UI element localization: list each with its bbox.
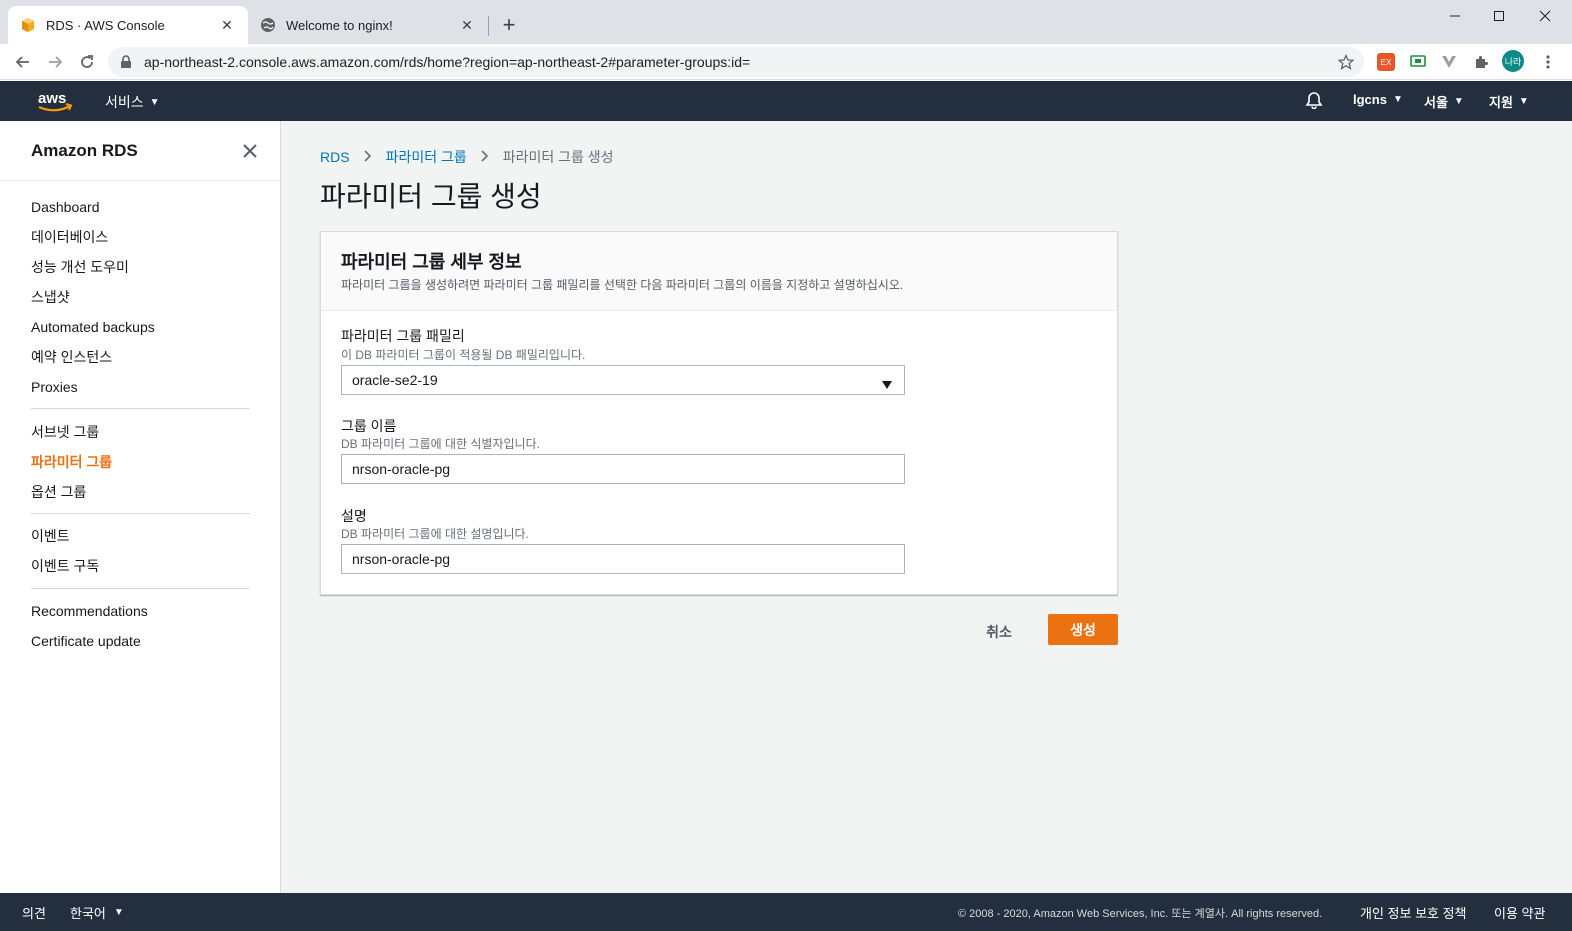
cancel-button[interactable]: 취소 xyxy=(975,617,1023,647)
aws-logo[interactable]: aws xyxy=(37,87,73,115)
extension-screen-icon[interactable] xyxy=(1409,53,1427,71)
support-label: 지원 xyxy=(1489,95,1513,110)
divider xyxy=(31,588,250,589)
feedback-link[interactable]: 의견 xyxy=(22,903,46,922)
main-content: RDS 파라미터 그룹 파라미터 그룹 생성 파라미터 그룹 생성 파라미터 그… xyxy=(281,121,1572,893)
extension-ex-icon[interactable]: EX xyxy=(1377,53,1395,71)
browser-menu-icon[interactable] xyxy=(1535,49,1561,75)
family-hint: 이 DB 파라미터 그룹이 적용될 DB 패밀리입니다. xyxy=(341,348,586,362)
panel-description: 파라미터 그룹을 생성하려면 파라미터 그룹 패밀리를 선택한 다음 파라미터 … xyxy=(341,278,904,292)
privacy-policy-link[interactable]: 개인 정보 보호 정책 xyxy=(1360,903,1467,922)
tab-title: RDS · AWS Console xyxy=(46,17,165,33)
caret-down-icon: ▼ xyxy=(113,907,124,918)
extension-v-icon[interactable] xyxy=(1440,53,1458,71)
description-input[interactable] xyxy=(341,544,905,574)
chevron-right-icon xyxy=(481,149,489,165)
aws-cube-icon xyxy=(20,17,36,33)
globe-icon xyxy=(260,17,276,33)
parameter-group-details-panel: 파라미터 그룹 세부 정보 파라미터 그룹을 생성하려면 파라미터 그룹 패밀리… xyxy=(320,231,1118,595)
close-tab-icon[interactable]: ✕ xyxy=(218,16,236,34)
account-menu[interactable]: lgcns ▼ xyxy=(1353,92,1403,107)
divider xyxy=(0,180,280,181)
sidebar-item-parameter-groups[interactable]: 파라미터 그룹 xyxy=(31,452,112,472)
caret-down-icon: ▼ xyxy=(1453,96,1464,107)
services-menu[interactable]: 서비스 ▼ xyxy=(105,92,160,112)
divider xyxy=(31,513,250,514)
breadcrumb: RDS 파라미터 그룹 파라미터 그룹 생성 xyxy=(320,147,614,167)
rds-sidebar: Amazon RDS Dashboard 데이터베이스 성능 개선 도우미 스냅… xyxy=(0,121,281,893)
profile-avatar[interactable]: 나라 xyxy=(1502,50,1524,72)
language-label: 한국어 xyxy=(70,906,106,921)
sidebar-title: Amazon RDS xyxy=(31,141,138,160)
copyright-text: © 2008 - 2020, Amazon Web Services, Inc.… xyxy=(958,908,1323,920)
sidebar-item-automated-backups[interactable]: Automated backups xyxy=(31,319,155,335)
sidebar-item-proxies[interactable]: Proxies xyxy=(31,379,78,395)
caret-down-icon xyxy=(882,376,892,389)
aws-top-navigation: aws 서비스 ▼ lgcns ▼ 서울 ▼ 지원 ▼ xyxy=(0,81,1572,121)
browser-tab-rds[interactable]: RDS · AWS Console ✕ xyxy=(8,6,248,44)
sidebar-item-certificate-update[interactable]: Certificate update xyxy=(31,633,141,649)
extensions-puzzle-icon[interactable] xyxy=(1472,53,1490,71)
sidebar-item-option-groups[interactable]: 옵션 그룹 xyxy=(31,482,86,502)
sidebar-item-performance-insights[interactable]: 성능 개선 도우미 xyxy=(31,257,129,277)
terms-link[interactable]: 이용 약관 xyxy=(1494,903,1545,922)
lock-icon[interactable] xyxy=(118,54,134,70)
window-close-icon[interactable] xyxy=(1522,0,1568,32)
account-label: lgcns xyxy=(1353,92,1387,107)
group-name-input[interactable] xyxy=(341,454,905,484)
forward-arrow-icon[interactable] xyxy=(42,49,68,75)
group-name-hint: DB 파라미터 그룹에 대한 식별자입니다. xyxy=(341,437,540,451)
close-tab-icon[interactable]: ✕ xyxy=(458,16,476,34)
caret-down-icon: ▼ xyxy=(149,96,160,108)
description-hint: DB 파라미터 그룹에 대한 설명입니다. xyxy=(341,527,529,541)
close-icon[interactable] xyxy=(240,141,260,161)
chevron-right-icon xyxy=(363,149,372,165)
url-text: ap-northeast-2.console.aws.amazon.com/rd… xyxy=(144,54,751,70)
family-label: 파라미터 그룹 패밀리 xyxy=(341,328,465,344)
back-arrow-icon[interactable] xyxy=(10,49,36,75)
tab-title: Welcome to nginx! xyxy=(286,17,393,33)
bookmark-star-icon[interactable] xyxy=(1337,53,1355,70)
family-select[interactable]: oracle-se2-19 xyxy=(341,365,905,395)
address-bar[interactable]: ap-northeast-2.console.aws.amazon.com/rd… xyxy=(108,47,1364,77)
panel-title: 파라미터 그룹 세부 정보 xyxy=(341,252,522,272)
tab-separator xyxy=(488,16,489,36)
sidebar-item-recommendations[interactable]: Recommendations xyxy=(31,603,148,619)
family-select-value: oracle-se2-19 xyxy=(352,372,438,388)
caret-down-icon: ▼ xyxy=(1518,96,1529,107)
minimize-icon[interactable] xyxy=(1432,0,1478,32)
panel-header: 파라미터 그룹 세부 정보 파라미터 그룹을 생성하려면 파라미터 그룹 패밀리… xyxy=(321,232,1117,311)
support-menu[interactable]: 지원 ▼ xyxy=(1489,92,1529,111)
group-name-label: 그룹 이름 xyxy=(341,418,397,434)
region-label: 서울 xyxy=(1424,95,1448,110)
notifications-bell-icon[interactable] xyxy=(1305,91,1323,109)
profile-avatar-label: 나라 xyxy=(1504,56,1522,67)
sidebar-item-dashboard[interactable]: Dashboard xyxy=(31,199,100,215)
page-title: 파라미터 그룹 생성 xyxy=(320,181,542,212)
sidebar-item-reserved-instances[interactable]: 예약 인스턴스 xyxy=(31,347,112,367)
breadcrumb-rds-link[interactable]: RDS xyxy=(320,149,350,165)
divider xyxy=(31,408,250,409)
sidebar-item-databases[interactable]: 데이터베이스 xyxy=(31,227,108,247)
description-label: 설명 xyxy=(341,508,367,524)
sidebar-item-snapshots[interactable]: 스냅샷 xyxy=(31,287,70,307)
breadcrumb-current: 파라미터 그룹 생성 xyxy=(502,149,614,165)
sidebar-item-events[interactable]: 이벤트 xyxy=(31,526,70,546)
language-selector[interactable]: 한국어 ▼ xyxy=(70,903,124,922)
sidebar-item-event-subscriptions[interactable]: 이벤트 구독 xyxy=(31,556,99,576)
browser-tab-nginx[interactable]: Welcome to nginx! ✕ xyxy=(248,6,488,44)
caret-down-icon: ▼ xyxy=(1392,94,1403,105)
new-tab-button[interactable]: + xyxy=(498,14,520,36)
create-button[interactable]: 생성 xyxy=(1048,614,1118,645)
reload-icon[interactable] xyxy=(74,49,100,75)
svg-text:aws: aws xyxy=(38,90,66,107)
maximize-icon[interactable] xyxy=(1476,0,1522,32)
browser-tab-bar: RDS · AWS Console ✕ Welcome to nginx! ✕ … xyxy=(0,0,1572,44)
console-footer: 의견 한국어 ▼ © 2008 - 2020, Amazon Web Servi… xyxy=(0,893,1572,931)
browser-toolbar: ap-northeast-2.console.aws.amazon.com/rd… xyxy=(0,44,1572,80)
sidebar-item-subnet-groups[interactable]: 서브넷 그룹 xyxy=(31,422,99,442)
breadcrumb-parameter-groups-link[interactable]: 파라미터 그룹 xyxy=(386,147,467,167)
region-menu[interactable]: 서울 ▼ xyxy=(1424,92,1464,111)
services-label: 서비스 xyxy=(105,94,144,110)
